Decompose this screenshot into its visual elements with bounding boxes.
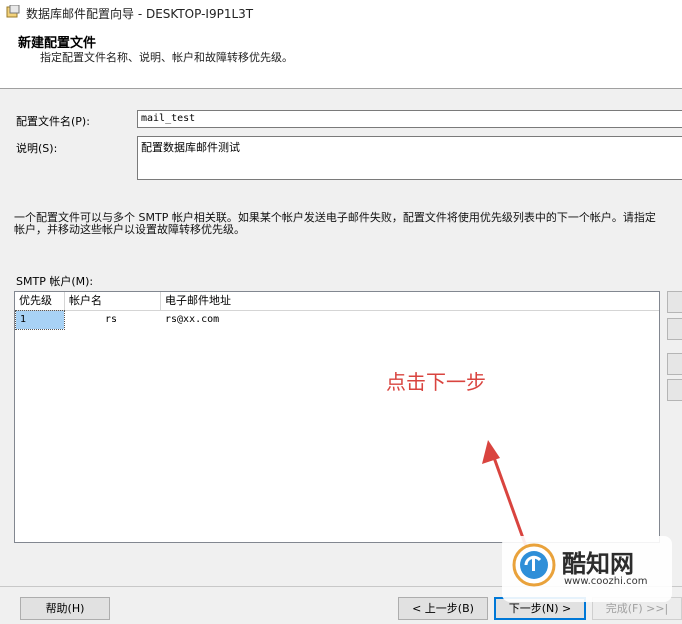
- title-bar: 数据库邮件配置向导 - DESKTOP-I9P1L3T: [0, 0, 682, 24]
- description-textarea[interactable]: 配置数据库邮件测试: [137, 136, 682, 180]
- add-account-button[interactable]: [667, 291, 682, 313]
- table-row[interactable]: 1 rs rs@xx.com: [15, 310, 659, 330]
- back-button[interactable]: < 上一步(B): [398, 597, 488, 620]
- page-subtitle: 指定配置文件名称、说明、帐户和故障转移优先级。: [40, 51, 293, 64]
- column-header-email[interactable]: 电子邮件地址: [161, 292, 659, 310]
- profile-name-label: 配置文件名(P):: [16, 115, 90, 128]
- help-button[interactable]: 帮助(H): [20, 597, 110, 620]
- cell-email[interactable]: rs@xx.com: [161, 311, 461, 329]
- grid-header: 优先级 帐户名 电子邮件地址: [15, 292, 659, 311]
- smtp-accounts-grid[interactable]: 优先级 帐户名 电子邮件地址 1 rs rs@xx.com: [14, 291, 660, 543]
- wizard-app-icon: [6, 5, 20, 18]
- description-label: 说明(S):: [16, 142, 58, 155]
- help-description-line-2: 帐户，并移动这些帐户以设置故障转移优先级。: [14, 223, 245, 236]
- profile-name-input[interactable]: mail_test: [137, 110, 682, 128]
- move-down-button[interactable]: [667, 379, 682, 401]
- cell-account[interactable]: rs: [65, 311, 161, 329]
- help-description: 一个配置文件可以与多个 SMTP 帐户相关联。如果某个帐户发送电子邮件失败，配置…: [14, 212, 682, 236]
- cell-priority[interactable]: 1: [15, 310, 65, 330]
- remove-account-button[interactable]: [667, 318, 682, 340]
- coozhi-logo-icon: [512, 543, 556, 587]
- column-header-account[interactable]: 帐户名: [65, 292, 161, 310]
- column-header-priority[interactable]: 优先级: [15, 292, 65, 310]
- watermark-url: www.coozhi.com: [564, 576, 648, 587]
- window-title: 数据库邮件配置向导 - DESKTOP-I9P1L3T: [26, 7, 254, 21]
- smtp-accounts-label: SMTP 帐户(M):: [16, 275, 94, 288]
- move-up-button[interactable]: [667, 353, 682, 375]
- wizard-header: 新建配置文件 指定配置文件名称、说明、帐户和故障转移优先级。: [0, 24, 682, 89]
- annotation-text: 点击下一步: [386, 370, 486, 394]
- watermark-name: 酷知网: [562, 550, 634, 578]
- watermark: 酷知网 www.coozhi.com: [502, 536, 672, 602]
